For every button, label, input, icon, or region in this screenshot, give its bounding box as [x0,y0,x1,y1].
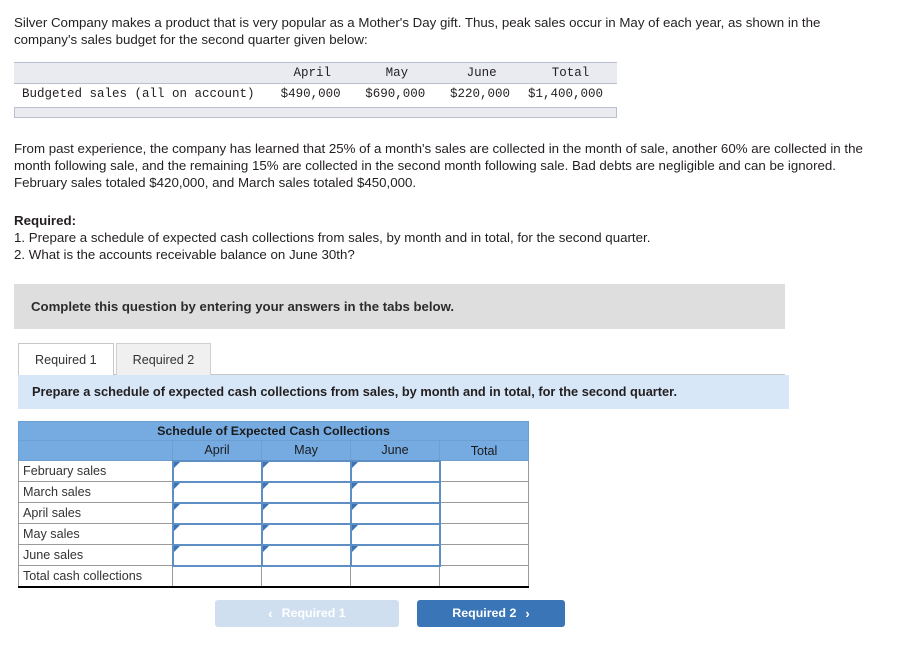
prev-required-1-button[interactable]: ‹ Required 1 [215,599,399,627]
budget-row-may: $690,000 [365,87,426,101]
answer-header-blank [18,440,173,461]
budget-row-total: $1,400,000 [527,87,603,101]
input-march-april[interactable] [171,480,263,504]
chevron-right-icon: › [525,605,530,621]
table-row: April sales [18,501,530,525]
cell-marker-icon [173,524,180,531]
row-label-april-sales: April sales [18,502,173,524]
row-label-june-sales: June sales [18,544,173,566]
cell-marker-icon [351,482,358,489]
table-row: Budgeted sales (all on account) $490,000… [14,84,617,105]
cell-marker-icon [173,545,180,552]
input-june-april[interactable] [171,543,263,567]
cell-marker-icon [262,482,269,489]
row-label-february-sales: February sales [18,460,173,482]
budget-header-total: Total [551,66,590,80]
tab-required-1-label: Required 1 [35,352,97,367]
answer-header-may: May [261,440,351,461]
input-may-may[interactable] [260,522,352,546]
budget-row-june: $220,000 [449,87,510,101]
cell-marker-icon [173,503,180,510]
budgeted-sales-table-wrapper: April May June Total Budgeted sales (all… [14,62,617,118]
value-total-total [438,565,530,588]
tab-required-1[interactable]: Required 1 [18,343,114,375]
answer-tabs: Required 1 Required 2 [18,342,889,375]
intro-paragraph-1: Silver Company makes a product that is v… [14,15,821,47]
answer-header-april: April [172,440,262,461]
row-label-total-cash-collections: Total cash collections [18,565,173,588]
value-march-total [438,481,530,503]
complete-question-text: Complete this question by entering your … [31,299,455,314]
budget-header-may: May [385,66,409,80]
cell-marker-icon [173,461,180,468]
input-february-may[interactable] [260,459,352,483]
value-total-may [261,565,351,588]
required-item-2: 2. What is the accounts receivable balan… [14,247,355,262]
input-june-june[interactable] [349,543,441,567]
cell-marker-icon [351,503,358,510]
table-row: May sales [18,522,530,546]
budget-header-blank [14,63,270,84]
schedule-of-cash-collections-table: Schedule of Expected Cash Collections Ap… [17,421,530,588]
cell-marker-icon [262,545,269,552]
tab-required-2[interactable]: Required 2 [115,343,212,375]
cell-marker-icon [262,503,269,510]
cell-marker-icon [351,545,358,552]
answer-header-june: June [350,440,440,461]
cell-marker-icon [351,461,358,468]
input-march-may[interactable] [260,480,352,504]
tab-navigation: ‹ Required 1 Required 2 › [18,599,889,627]
input-april-may[interactable] [260,501,352,525]
answer-table-header-row: April May June Total [18,440,530,461]
input-march-june[interactable] [349,480,441,504]
budget-header-june: June [466,66,497,80]
table-row: March sales [18,480,530,504]
required-heading: Required: [14,213,77,228]
table-row: June sales [18,543,530,567]
input-may-june[interactable] [349,522,441,546]
input-may-april[interactable] [171,522,263,546]
answer-grid-wrapper: Schedule of Expected Cash Collections Ap… [17,421,889,588]
cell-marker-icon [173,482,180,489]
value-february-total [438,460,530,482]
intro-paragraph-2: From past experience, the company has le… [14,141,863,190]
input-april-june[interactable] [349,501,441,525]
budget-header-row: April May June Total [14,62,617,84]
value-total-june [350,565,440,588]
required-block: Required: 1. Prepare a schedule of expec… [14,212,889,263]
next-required-2-button[interactable]: Required 2 › [417,599,565,627]
tab-instruction-text: Prepare a schedule of expected cash coll… [32,384,677,399]
prev-button-label: Required 1 [281,606,346,620]
budget-table-footer-strip [14,107,617,118]
cell-marker-icon [351,524,358,531]
value-may-total [438,523,530,545]
tab-required-2-label: Required 2 [132,352,195,367]
answer-table-title: Schedule of Expected Cash Collections [17,421,530,441]
row-label-may-sales: May sales [18,523,173,545]
cell-marker-icon [262,524,269,531]
table-row: Total cash collections [18,565,530,588]
input-february-april[interactable] [171,459,263,483]
row-label-march-sales: March sales [18,481,173,503]
input-april-april[interactable] [171,501,263,525]
required-item-1: 1. Prepare a schedule of expected cash c… [14,230,651,245]
chevron-left-icon: ‹ [268,605,273,621]
value-total-april [172,565,262,588]
value-june-total [438,544,530,566]
complete-question-bar: Complete this question by entering your … [14,284,785,329]
value-april-total [438,502,530,524]
question-page: Silver Company makes a product that is v… [0,0,903,627]
budget-header-april: April [293,66,331,80]
budget-row-april: $490,000 [280,87,341,101]
answer-table-title-row: Schedule of Expected Cash Collections [17,421,530,441]
tab-instruction-bar: Prepare a schedule of expected cash coll… [18,375,789,409]
input-february-june[interactable] [349,459,441,483]
answer-header-total: Total [438,440,530,461]
table-row: February sales [18,459,530,483]
input-june-may[interactable] [260,543,352,567]
cell-marker-icon [262,461,269,468]
budget-row-label: Budgeted sales (all on account) [22,87,255,101]
next-button-label: Required 2 [452,606,517,620]
budgeted-sales-table: April May June Total Budgeted sales (all… [14,62,617,104]
